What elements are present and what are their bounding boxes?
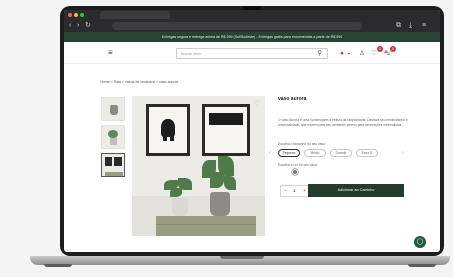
wishlist-count-badge: 0 (377, 46, 383, 52)
product-thumbnail[interactable] (101, 125, 125, 149)
plant-leaf (224, 176, 236, 190)
chat-support-icon[interactable]: ◯ (414, 236, 426, 248)
wishlist-heart-icon[interactable]: ♡ (371, 50, 377, 58)
language-flag-icon[interactable]: ● (340, 50, 344, 58)
minimize-window-icon[interactable] (74, 13, 78, 17)
product-thumbnail-selected[interactable] (101, 153, 125, 177)
user-icon[interactable]: ♙ (359, 50, 365, 58)
quantity-value[interactable]: 1 (293, 186, 296, 196)
color-label: Escolha a cor do seu vaso: (278, 163, 318, 167)
laptop-foot (44, 264, 72, 267)
thumbnail-vase (110, 105, 118, 115)
chevron-right-icon[interactable]: › (402, 149, 404, 157)
size-label: Escolha o tamanho do seu vaso: (278, 142, 326, 146)
artwork-leg (163, 134, 167, 141)
sideboard (156, 216, 256, 236)
plant-leaf (170, 188, 182, 197)
thumbnail-vase (110, 137, 117, 145)
wall-frame-left (146, 104, 190, 156)
browser-chrome: ‹ › ↻ ⧉ ⤓ ≡ (64, 10, 440, 32)
product-title: vaso aurora (278, 96, 307, 102)
wall-frame-right (202, 104, 250, 156)
artwork-leg (170, 134, 174, 141)
laptop-foot (408, 264, 436, 267)
device-scene: ‹ › ↻ ⧉ ⤓ ≡ Entregas segura e entrega ac… (0, 0, 453, 277)
frame-artwork (149, 107, 187, 153)
laptop-base-notch (220, 256, 264, 259)
chevron-left-icon[interactable]: ‹ (269, 149, 271, 157)
chevron-down-icon[interactable]: ▾ (348, 50, 350, 58)
browser-tab[interactable] (100, 11, 170, 19)
white-vase (172, 198, 188, 216)
cart-icon[interactable]: ⛍ (384, 50, 391, 58)
quantity-plus-button[interactable]: + (303, 186, 306, 196)
product-description: O vaso Aurora é uma homenagem à beleza d… (278, 118, 408, 127)
hamburger-menu-icon[interactable]: ≡ (108, 48, 113, 58)
size-option[interactable]: Extra G (356, 149, 378, 157)
search-input[interactable] (181, 50, 301, 58)
color-swatch[interactable] (292, 169, 298, 175)
promo-bar: Entregas segura e entrega acima de R$ 29… (64, 32, 440, 42)
thumbnail-cabinet (105, 172, 123, 176)
search-icon[interactable]: ⚲ (317, 49, 322, 58)
plant-leaf (210, 172, 224, 188)
artwork-brushstroke (209, 113, 243, 125)
tab-bar (64, 10, 440, 20)
cart-count-badge: 0 (390, 46, 396, 52)
size-option-selected[interactable]: Pequeno (278, 149, 300, 157)
address-bar[interactable] (112, 22, 362, 30)
browser-window: ‹ › ↻ ⧉ ⤓ ≡ Entregas segura e entrega ac… (64, 10, 440, 252)
downloads-icon[interactable]: ⤓ (409, 22, 412, 30)
extensions-icon[interactable]: ⧉ (396, 22, 401, 30)
product-main-image[interactable]: ♡ (132, 96, 265, 236)
size-option[interactable]: Médio (304, 149, 326, 157)
size-option[interactable]: Grande (330, 149, 352, 157)
quantity-minus-button[interactable]: − (284, 186, 287, 196)
back-icon[interactable]: ‹ (69, 22, 71, 30)
frame-artwork (205, 107, 247, 153)
quantity-stepper: − 1 + (280, 185, 310, 197)
thumbnail-plant (108, 130, 118, 138)
forward-icon[interactable]: › (77, 22, 79, 30)
sideboard-seam (156, 224, 256, 225)
reload-icon[interactable]: ↻ (85, 22, 91, 30)
maximize-window-icon[interactable] (80, 13, 84, 17)
favorite-heart-icon[interactable]: ♡ (254, 100, 260, 108)
thumbnail-frame (105, 157, 112, 166)
thumbnail-frame (114, 157, 122, 166)
site-header: ≡ ⚲ ● ▾ ♙ ♡ 0 ⛍ 0 (64, 42, 440, 64)
search-box: ⚲ (176, 48, 328, 59)
product-thumbnail[interactable] (101, 97, 125, 121)
browser-navbar: ‹ › ↻ ⧉ ⤓ ≡ (64, 21, 440, 32)
breadcrumb[interactable]: Home > Sala > vasos de cerâmica > vaso a… (100, 80, 178, 84)
menu-icon[interactable]: ≡ (422, 22, 426, 30)
close-window-icon[interactable] (68, 13, 72, 17)
add-to-cart-button[interactable]: Adicionar ao Carrinho (308, 184, 404, 197)
laptop-screen-bezel: ‹ › ↻ ⧉ ⤓ ≡ Entregas segura e entrega ac… (60, 6, 444, 256)
grey-vase (210, 192, 230, 216)
